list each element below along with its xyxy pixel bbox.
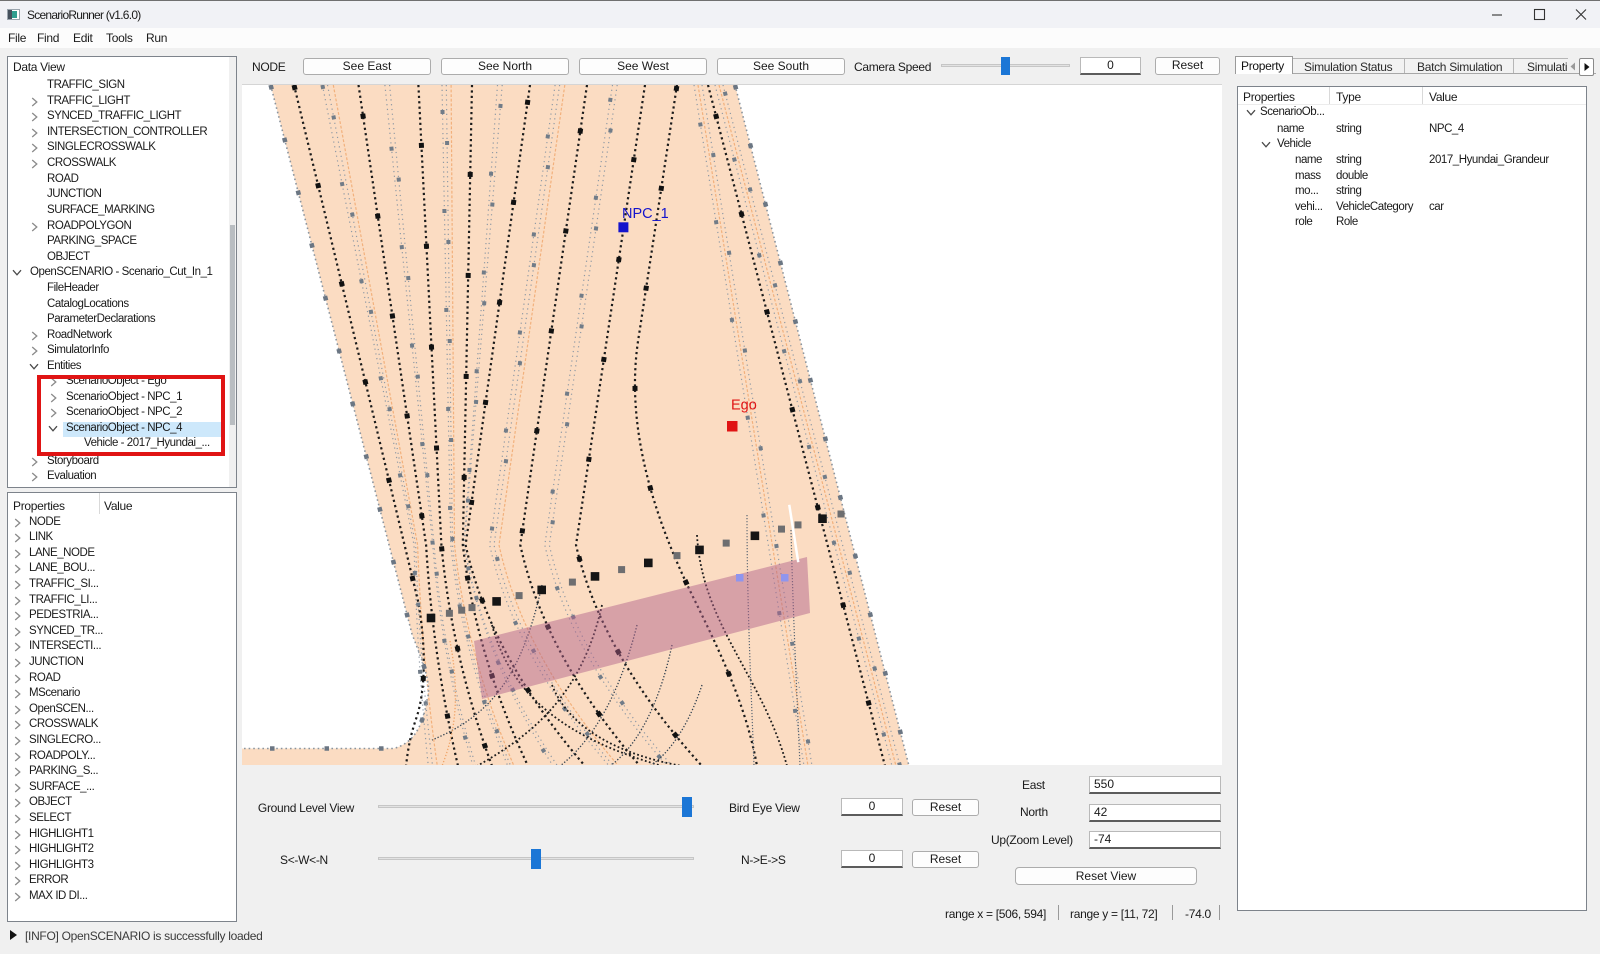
svg-text:NPC_1: NPC_1 xyxy=(622,206,669,222)
svg-text:Ego: Ego xyxy=(731,398,757,414)
